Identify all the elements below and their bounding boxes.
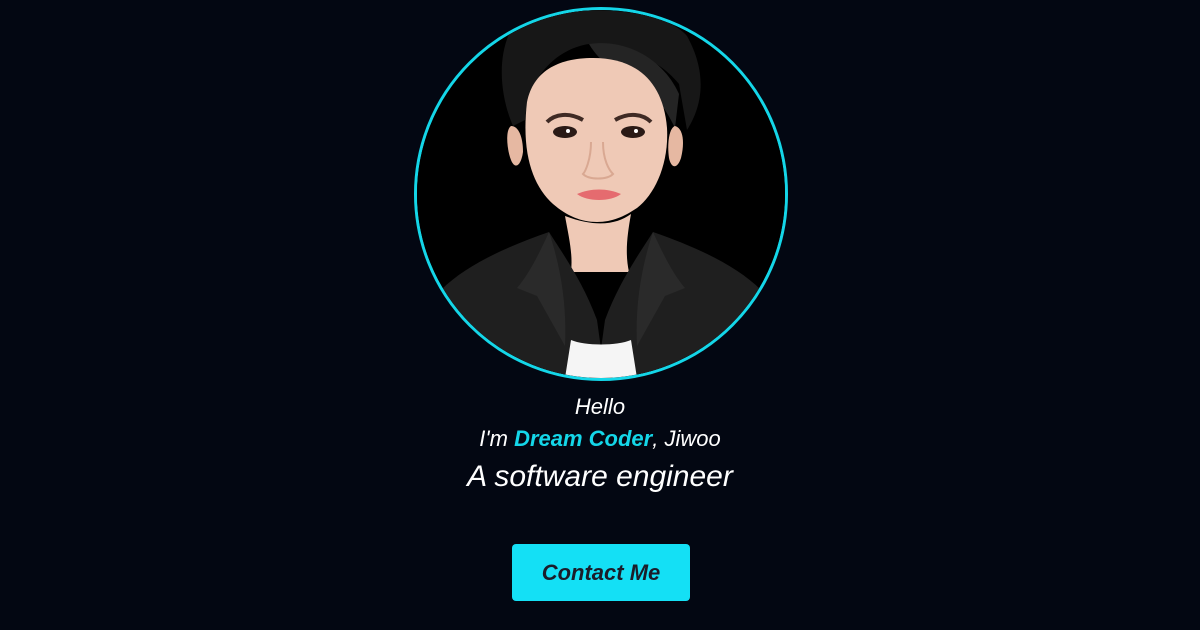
brand-name: Dream Coder (514, 426, 653, 451)
role-title: A software engineer (467, 460, 733, 493)
hero-section: Hello I'm Dream Coder, Jiwoo A software … (0, 0, 1200, 630)
intro-suffix: , Jiwoo (652, 426, 721, 451)
intro-prefix: I'm (479, 426, 515, 451)
contact-me-button[interactable]: Contact Me (512, 544, 690, 601)
greeting-text: Hello (574, 394, 626, 419)
profile-photo (417, 10, 785, 378)
intro-line: I'm Dream Coder, Jiwoo (0, 424, 1200, 454)
profile-avatar (414, 7, 788, 381)
